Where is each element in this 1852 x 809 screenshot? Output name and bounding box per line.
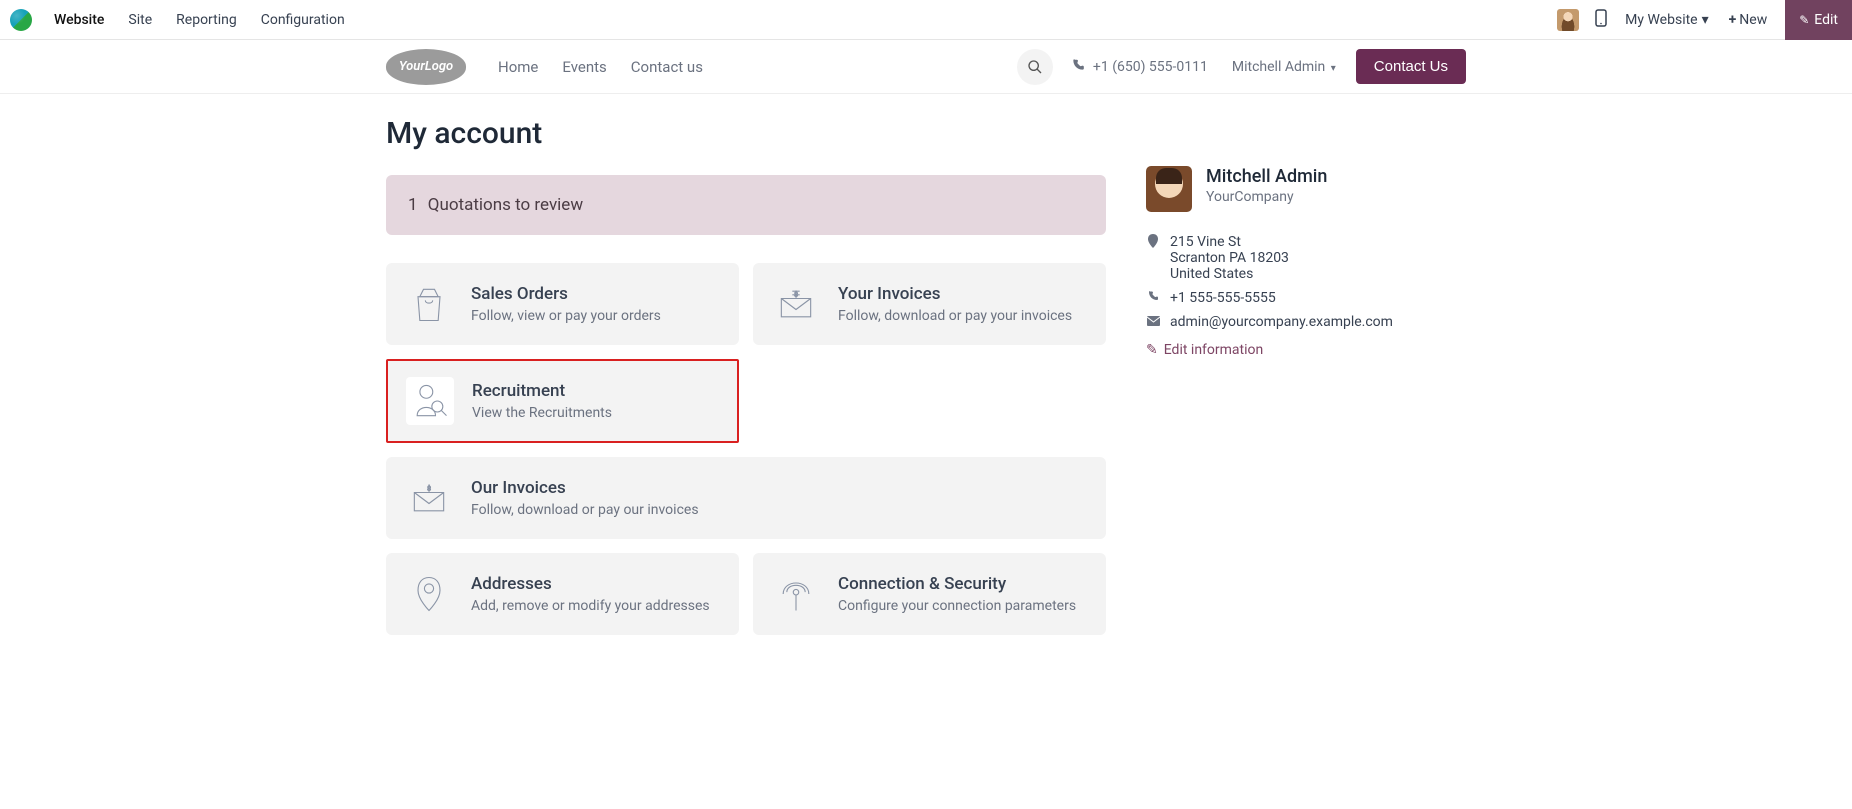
menu-configuration[interactable]: Configuration — [249, 12, 357, 28]
page-title: My account — [386, 116, 1106, 151]
caret-down-icon: ▾ — [1702, 12, 1709, 28]
header-phone[interactable]: +1 (650) 555-0111 — [1071, 58, 1208, 76]
odoo-logo-icon[interactable] — [10, 9, 32, 31]
card-title: Addresses — [471, 574, 710, 594]
plus-icon: + — [1729, 12, 1737, 28]
quotations-banner[interactable]: 1 Quotations to review — [386, 175, 1106, 235]
search-button[interactable] — [1017, 49, 1053, 85]
card-our-invoices[interactable]: $ Our Invoices Follow, download or pay o… — [386, 457, 1106, 539]
card-addresses[interactable]: Addresses Add, remove or modify your add… — [386, 553, 739, 635]
map-marker-icon — [1146, 234, 1160, 282]
website-selector[interactable]: My Website ▾ — [1615, 12, 1718, 28]
svg-text:$: $ — [427, 485, 431, 493]
user-dropdown-label: Mitchell Admin — [1232, 59, 1325, 75]
site-logo-text: YourLogo — [399, 59, 453, 74]
card-security[interactable]: Connection & Security Configure your con… — [753, 553, 1106, 635]
menu-site[interactable]: Site — [116, 12, 164, 28]
profile-phone-number: +1 555-555-5555 — [1170, 290, 1466, 306]
invoice-icon: $ — [405, 474, 453, 522]
new-button-label: New — [1739, 12, 1767, 28]
card-subtitle: Configure your connection parameters — [838, 598, 1076, 614]
card-title: Sales Orders — [471, 284, 661, 304]
pencil-icon: ✎ — [1799, 13, 1809, 27]
envelope-icon — [1146, 314, 1160, 330]
card-sales-orders[interactable]: Sales Orders Follow, view or pay your or… — [386, 263, 739, 345]
new-button[interactable]: +New — [1719, 12, 1778, 28]
nav-home[interactable]: Home — [486, 58, 550, 76]
website-selector-label: My Website — [1625, 12, 1697, 28]
map-pin-icon — [405, 570, 453, 618]
menu-reporting[interactable]: Reporting — [164, 12, 249, 28]
page-content: My account 1 Quotations to review Sales … — [376, 94, 1476, 689]
profile-address: 215 Vine St Scranton PA 18203 United Sta… — [1146, 234, 1466, 282]
profile-sidebar: Mitchell Admin YourCompany 215 Vine St S… — [1146, 116, 1466, 649]
addr-line2: Scranton PA 18203 — [1170, 250, 1466, 266]
edit-button-label: Edit — [1814, 12, 1838, 28]
topbar-avatar[interactable] — [1557, 9, 1579, 31]
card-title: Recruitment — [472, 381, 612, 401]
invoice-icon: $ — [772, 280, 820, 328]
banner-text: Quotations to review — [428, 195, 583, 215]
mobile-preview-icon[interactable] — [1587, 9, 1615, 31]
profile-email-address: admin@yourcompany.example.com — [1170, 314, 1466, 330]
card-subtitle: Follow, download or pay your invoices — [838, 308, 1072, 324]
card-your-invoices[interactable]: $ Your Invoices Follow, download or pay … — [753, 263, 1106, 345]
app-topbar: Website Site Reporting Configuration My … — [0, 0, 1852, 40]
contact-us-button[interactable]: Contact Us — [1356, 49, 1466, 84]
card-subtitle: Follow, view or pay your orders — [471, 308, 661, 324]
profile-name: Mitchell Admin — [1206, 166, 1327, 187]
header-phone-number: +1 (650) 555-0111 — [1093, 59, 1208, 75]
svg-text:$: $ — [794, 291, 798, 299]
profile-phone: +1 555-555-5555 — [1146, 290, 1466, 306]
recruitment-icon — [406, 377, 454, 425]
card-title: Connection & Security — [838, 574, 1076, 594]
card-title: Your Invoices — [838, 284, 1072, 304]
edit-button[interactable]: ✎ Edit — [1785, 0, 1852, 40]
site-logo[interactable]: YourLogo — [386, 49, 466, 85]
addr-line3: United States — [1170, 266, 1466, 282]
phone-icon — [1071, 58, 1085, 76]
card-subtitle: Follow, download or pay our invoices — [471, 502, 699, 518]
edit-information-link[interactable]: ✎ Edit information — [1146, 342, 1466, 358]
signal-icon — [772, 570, 820, 618]
profile-email: admin@yourcompany.example.com — [1146, 314, 1466, 330]
phone-icon — [1146, 290, 1160, 306]
search-icon — [1027, 59, 1043, 75]
app-name[interactable]: Website — [42, 12, 116, 28]
card-subtitle: Add, remove or modify your addresses — [471, 598, 710, 614]
card-recruitment[interactable]: Recruitment View the Recruitments — [386, 359, 739, 443]
edit-information-label: Edit information — [1164, 342, 1264, 358]
user-dropdown[interactable]: Mitchell Admin ▾ — [1232, 59, 1336, 75]
profile-avatar — [1146, 166, 1192, 212]
profile-company: YourCompany — [1206, 189, 1327, 205]
site-header: YourLogo Home Events Contact us +1 (650)… — [0, 40, 1852, 94]
main-column: My account 1 Quotations to review Sales … — [386, 116, 1106, 649]
nav-contact[interactable]: Contact us — [619, 58, 715, 76]
banner-count: 1 — [408, 195, 418, 215]
nav-events[interactable]: Events — [550, 58, 618, 76]
caret-down-icon: ▾ — [1328, 63, 1336, 74]
card-title: Our Invoices — [471, 478, 699, 498]
pencil-icon: ✎ — [1146, 342, 1158, 358]
addr-line1: 215 Vine St — [1170, 234, 1466, 250]
shopping-bag-icon — [405, 280, 453, 328]
card-subtitle: View the Recruitments — [472, 405, 612, 421]
